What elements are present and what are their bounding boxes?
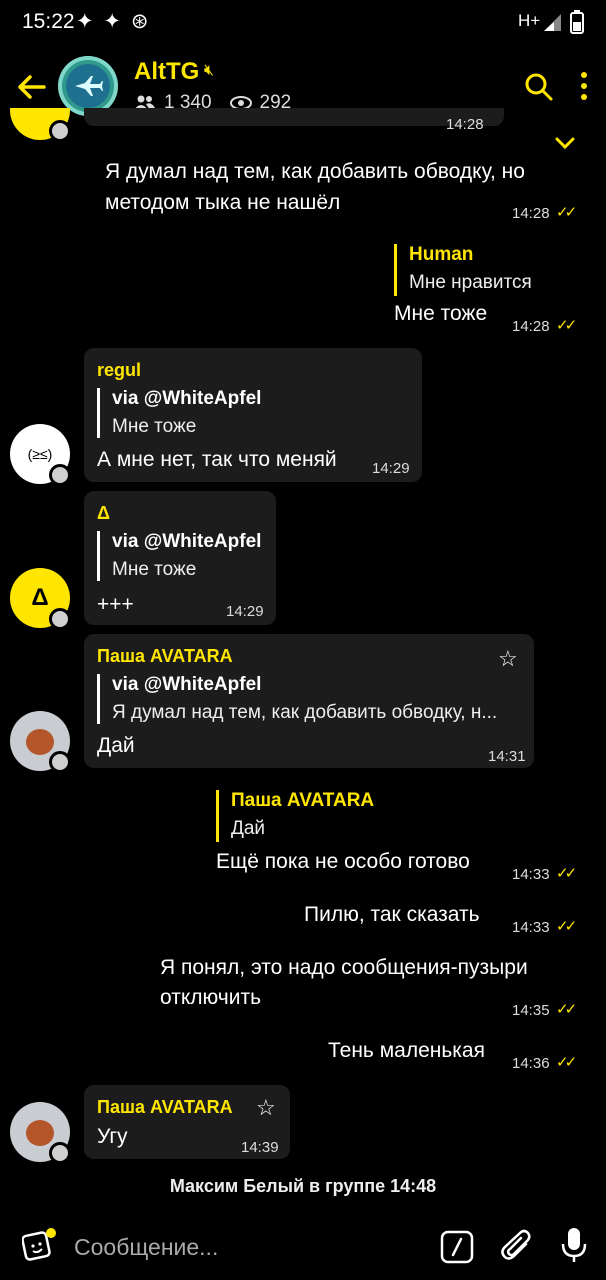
message-text: Пилю, так сказать xyxy=(304,903,480,926)
attach-icon[interactable] xyxy=(500,1228,534,1264)
message-text: А мне нет, так что меняй xyxy=(97,448,337,471)
message-time: 14:36 xyxy=(512,1055,550,1072)
quote-text: Мне тоже xyxy=(112,416,197,437)
reply-quote[interactable]: Паша AVATARA Дай xyxy=(216,790,374,842)
scroll-down-chevron-icon[interactable] xyxy=(554,136,576,150)
reply-quote[interactable]: Human Мне нравится xyxy=(394,244,532,296)
message-time: 14:29 xyxy=(372,460,410,477)
system-message: Максим Белый в группе 14:48 xyxy=(169,1176,437,1196)
message-text: Мне тоже xyxy=(394,302,488,325)
chat-title[interactable]: AltTG xyxy=(134,58,199,86)
message-text: Я понял, это надо сообщения-пузыри xyxy=(160,956,528,979)
online-dot xyxy=(49,464,71,486)
online-dot xyxy=(49,608,71,630)
message-text: Тень маленькая xyxy=(328,1039,485,1062)
sticker-icon[interactable] xyxy=(22,1228,56,1262)
message-text: методом тыка не нашёл xyxy=(105,191,341,214)
read-checkmarks-icon: ✓✓ xyxy=(556,317,577,334)
quote-text: Я думал над тем, как добавить обводку, н… xyxy=(112,702,498,723)
message-time: 14:31 xyxy=(488,748,526,765)
message-time: 14:35 xyxy=(512,1002,550,1019)
message-bubble[interactable]: Паша AVATARA ☆ via @WhiteApfel Я думал н… xyxy=(84,634,534,768)
notification-icons: ✦ ✦ ⊛ xyxy=(76,10,151,33)
sender-name[interactable]: regul xyxy=(97,360,141,381)
quote-text: Дай xyxy=(231,818,266,839)
quote-author: via @WhiteApfel xyxy=(112,388,262,409)
online-dot xyxy=(49,751,71,773)
read-checkmarks-icon: ✓✓ xyxy=(556,204,577,221)
status-time: 15:22 xyxy=(22,10,75,33)
message-time: 14:28 xyxy=(512,318,550,335)
quote-author: via @WhiteApfel xyxy=(112,531,262,552)
quote-text: Мне тоже xyxy=(112,559,197,580)
message-composer: Сообщение... xyxy=(0,1210,606,1280)
sender-name[interactable]: Паша AVATARA xyxy=(97,646,233,667)
more-menu-icon[interactable] xyxy=(578,70,590,102)
read-checkmarks-icon: ✓✓ xyxy=(556,918,577,935)
message-bubble[interactable]: Паша AVATARA ☆ Угу 14:39 xyxy=(84,1085,290,1159)
online-dot xyxy=(49,1142,71,1164)
reply-quote[interactable]: via @WhiteApfel Мне тоже xyxy=(97,388,261,438)
back-arrow-icon[interactable] xyxy=(14,70,48,104)
message-text: Я думал над тем, как добавить обводку, н… xyxy=(105,160,525,183)
star-icon[interactable]: ☆ xyxy=(498,646,518,672)
mute-icon: 🔇︎ xyxy=(204,62,215,79)
quote-author: via @WhiteApfel xyxy=(112,674,262,695)
message-text: отключить xyxy=(160,986,262,1009)
message-time: 14:28 xyxy=(446,116,484,133)
avatar-glyph: Δ xyxy=(31,584,49,611)
commands-icon[interactable] xyxy=(440,1230,474,1264)
quote-text: Мне нравится xyxy=(409,272,532,293)
group-avatar[interactable] xyxy=(58,56,118,116)
microphone-icon[interactable] xyxy=(560,1226,588,1264)
message-time: 14:39 xyxy=(241,1139,279,1156)
message-text: Угу xyxy=(97,1125,128,1148)
read-checkmarks-icon: ✓✓ xyxy=(556,865,577,882)
sender-name[interactable]: Паша AVATARA xyxy=(97,1097,233,1118)
read-checkmarks-icon: ✓✓ xyxy=(556,1001,577,1018)
message-bubble[interactable]: Δ via @WhiteApfel Мне тоже +++ 14:29 xyxy=(84,491,276,625)
message-time: 14:28 xyxy=(512,205,550,222)
message-text: +++ xyxy=(97,593,134,616)
sender-name[interactable]: Δ xyxy=(97,503,110,524)
message-time: 14:33 xyxy=(512,919,550,936)
signal-icon xyxy=(544,14,561,31)
reply-quote[interactable]: via @WhiteApfel Мне тоже xyxy=(97,531,261,581)
partial-bubble xyxy=(84,108,504,126)
search-icon[interactable] xyxy=(524,72,554,102)
network-type: H+ xyxy=(518,11,541,30)
quote-author: Human xyxy=(409,244,474,265)
jet-icon xyxy=(75,76,103,96)
online-dot xyxy=(49,120,71,142)
message-bubble[interactable]: regul via @WhiteApfel Мне тоже А мне нет… xyxy=(84,348,422,482)
battery-icon xyxy=(570,10,584,34)
message-text: Дай xyxy=(97,734,135,757)
message-text: Ещё пока не особо готово xyxy=(216,850,470,873)
message-time: 14:29 xyxy=(226,603,264,620)
reply-quote[interactable]: via @WhiteApfel Я думал над тем, как доб… xyxy=(97,674,497,724)
message-time: 14:33 xyxy=(512,866,550,883)
status-bar: 15:22 ✦ ✦ ⊛ H+ xyxy=(0,0,606,44)
read-checkmarks-icon: ✓✓ xyxy=(556,1054,577,1071)
message-input[interactable]: Сообщение... xyxy=(74,1234,218,1261)
avatar-glyph: (≥≤) xyxy=(27,446,53,462)
star-icon[interactable]: ☆ xyxy=(256,1095,276,1121)
quote-author: Паша AVATARA xyxy=(231,790,375,811)
